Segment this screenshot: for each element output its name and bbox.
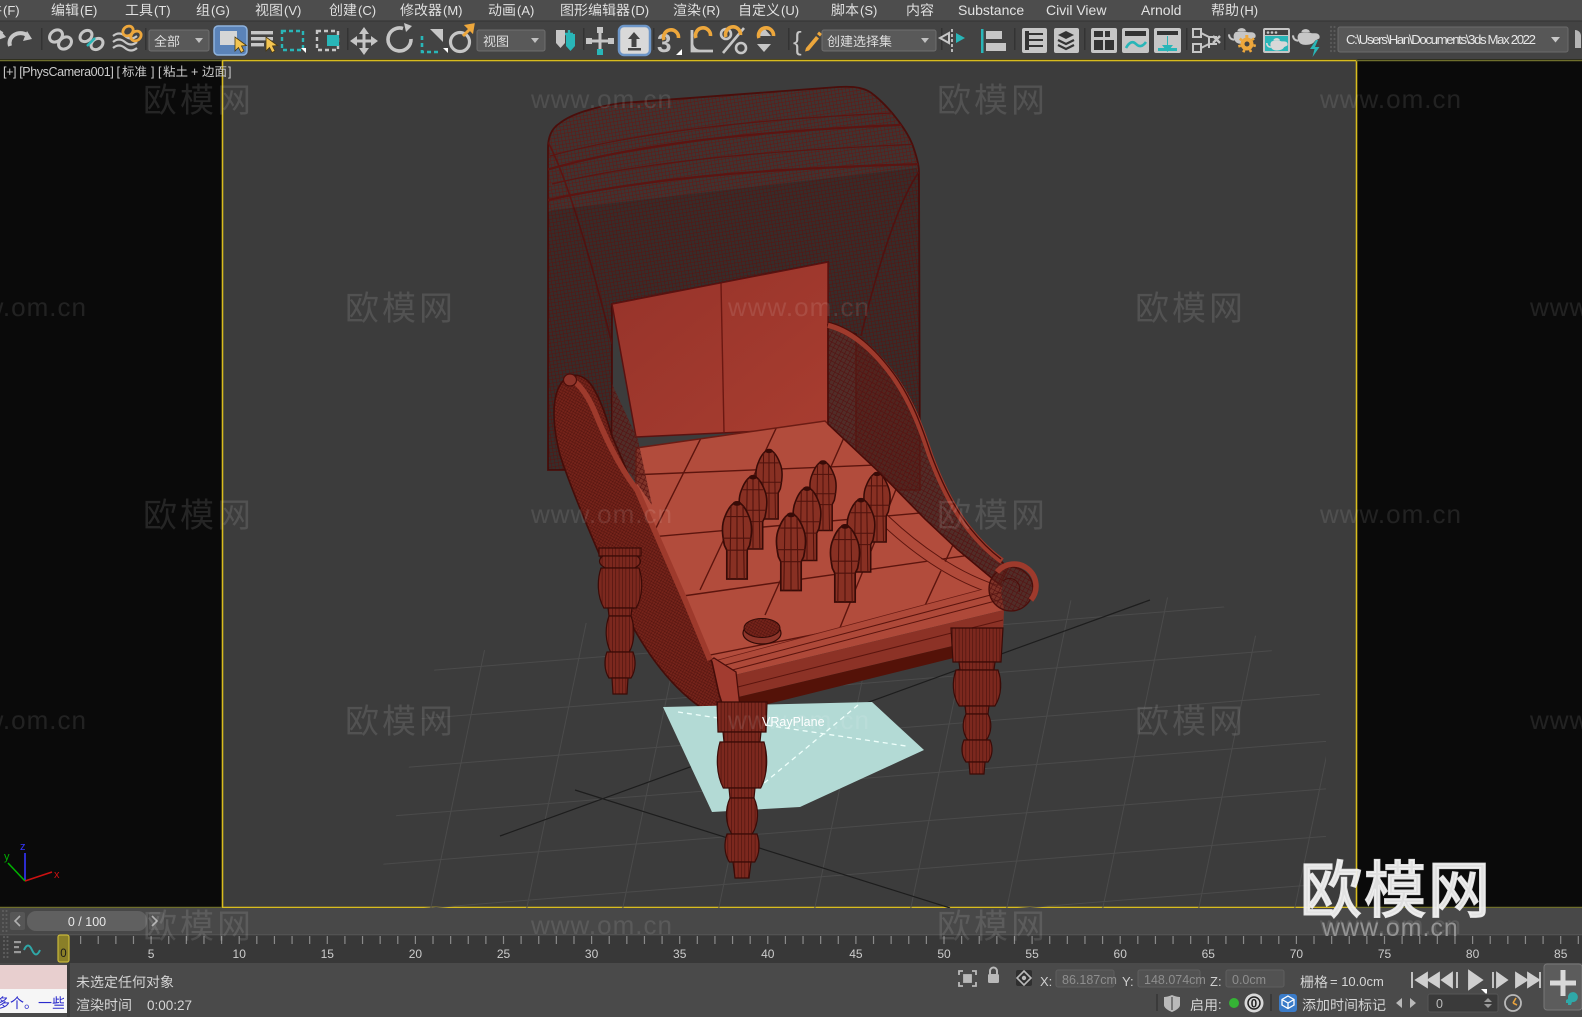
svg-text:80: 80 bbox=[1466, 947, 1480, 961]
svg-text:C:\Users\Han\Documents\3ds Max: C:\Users\Han\Documents\3ds Max 2022 bbox=[1346, 32, 1536, 47]
svg-text:www.om.cn: www.om.cn bbox=[0, 705, 87, 735]
svg-text:www.om.cn: www.om.cn bbox=[530, 84, 673, 114]
svg-text:0.0cm: 0.0cm bbox=[1232, 973, 1266, 987]
svg-text:50: 50 bbox=[937, 947, 951, 961]
svg-text:0 / 100: 0 / 100 bbox=[68, 915, 106, 929]
svg-text:www.om.cn: www.om.cn bbox=[1319, 499, 1462, 529]
svg-text:www.om.cn: www.om.cn bbox=[1319, 84, 1462, 114]
svg-text:[+] [PhysCamera001] [: [+] [PhysCamera001] [ bbox=[3, 65, 121, 79]
svg-text:Z:: Z: bbox=[1210, 974, 1222, 989]
svg-text:15: 15 bbox=[321, 947, 335, 961]
svg-text:(H): (H) bbox=[1240, 3, 1258, 18]
svg-text:www.om.cn: www.om.cn bbox=[727, 292, 870, 322]
svg-text:www.om.cn: www.om.cn bbox=[1321, 914, 1459, 942]
svg-text:60: 60 bbox=[1114, 947, 1128, 961]
svg-text:148.074cm: 148.074cm bbox=[1144, 973, 1206, 987]
svg-text:= 10.0cm: = 10.0cm bbox=[1330, 974, 1384, 989]
svg-text:www.om.cn: www.om.cn bbox=[727, 705, 870, 735]
svg-text:75: 75 bbox=[1378, 947, 1392, 961]
svg-text:www.om.cn: www.om.cn bbox=[530, 499, 673, 529]
svg-text:X:: X: bbox=[1040, 974, 1052, 989]
svg-text:(R): (R) bbox=[702, 3, 720, 18]
svg-text:(G): (G) bbox=[211, 3, 230, 18]
svg-text:(S): (S) bbox=[860, 3, 877, 18]
svg-text::: : bbox=[1218, 997, 1222, 1012]
svg-text:0: 0 bbox=[60, 948, 66, 960]
svg-text:]: ] bbox=[228, 65, 231, 79]
svg-text:85: 85 bbox=[1554, 947, 1568, 961]
svg-text:y: y bbox=[4, 851, 10, 863]
svg-text:(C): (C) bbox=[358, 3, 376, 18]
svg-text:x: x bbox=[54, 869, 60, 881]
svg-text:www.om.cn: www.om.cn bbox=[0, 292, 87, 322]
svg-text:35: 35 bbox=[673, 947, 687, 961]
svg-text:20: 20 bbox=[409, 947, 423, 961]
svg-text:0: 0 bbox=[1251, 999, 1257, 1011]
svg-text:Arnold: Arnold bbox=[1141, 2, 1181, 18]
svg-text:(T): (T) bbox=[154, 3, 171, 18]
svg-text:Civil View: Civil View bbox=[1046, 2, 1107, 18]
svg-text:0:00:27: 0:00:27 bbox=[147, 998, 192, 1013]
svg-text:Substance: Substance bbox=[958, 2, 1024, 18]
svg-text:0: 0 bbox=[1436, 997, 1443, 1011]
svg-text:70: 70 bbox=[1290, 947, 1304, 961]
svg-text:{: { bbox=[793, 26, 802, 56]
svg-text:(U): (U) bbox=[781, 3, 799, 18]
svg-text:5: 5 bbox=[148, 947, 155, 961]
svg-text:10: 10 bbox=[233, 947, 247, 961]
svg-text:(E): (E) bbox=[80, 3, 97, 18]
svg-text:86.187cm: 86.187cm bbox=[1062, 973, 1117, 987]
svg-text:] [: ] [ bbox=[151, 65, 162, 79]
svg-text:Y:: Y: bbox=[1122, 974, 1134, 989]
svg-text:(V): (V) bbox=[284, 3, 301, 18]
svg-text:(D): (D) bbox=[631, 3, 649, 18]
svg-text:www.om.cn: www.om.cn bbox=[1529, 292, 1582, 322]
svg-text:55: 55 bbox=[1025, 947, 1039, 961]
svg-text:25: 25 bbox=[497, 947, 511, 961]
svg-text:45: 45 bbox=[849, 947, 863, 961]
svg-text:z: z bbox=[20, 841, 26, 853]
svg-text:65: 65 bbox=[1202, 947, 1216, 961]
svg-text:40: 40 bbox=[761, 947, 775, 961]
svg-text:www.om.cn: www.om.cn bbox=[1529, 705, 1582, 735]
svg-text:www.om.cn: www.om.cn bbox=[530, 910, 673, 940]
svg-text:(M): (M) bbox=[443, 3, 463, 18]
svg-text:(A): (A) bbox=[517, 3, 534, 18]
svg-text:(F): (F) bbox=[3, 3, 20, 18]
svg-text:+: + bbox=[191, 65, 198, 79]
svg-text:30: 30 bbox=[585, 947, 599, 961]
